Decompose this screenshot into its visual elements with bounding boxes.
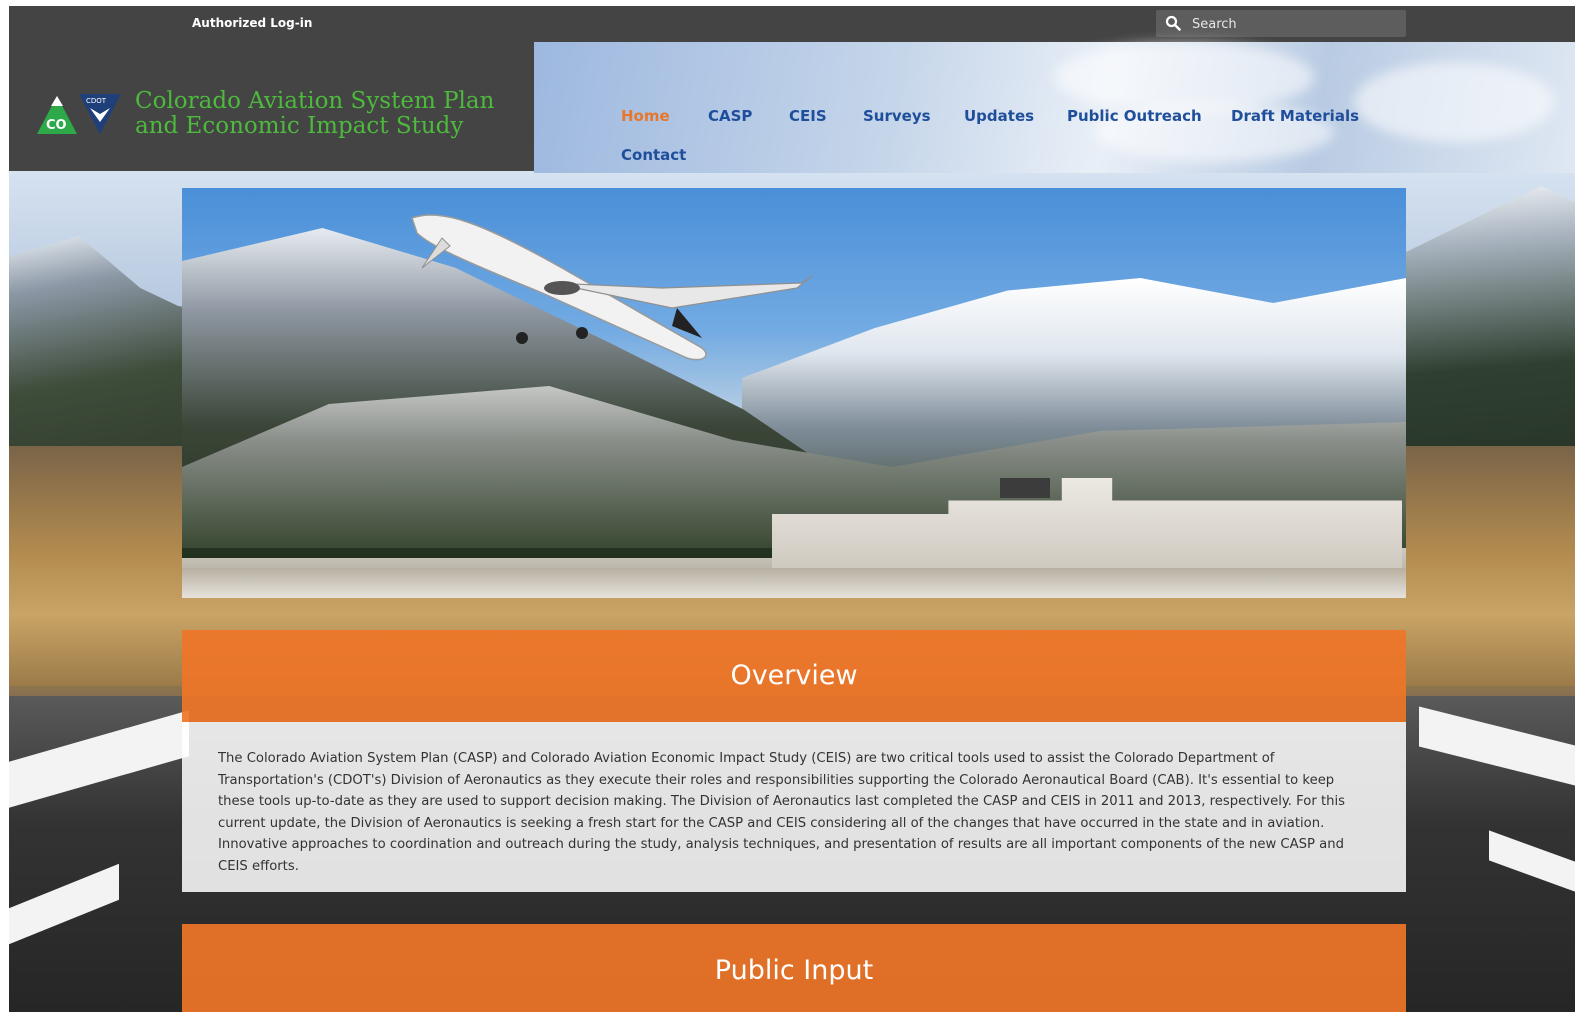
nav-panel: Home CASP CEIS Surveys Updates Public Ou…: [534, 42, 1575, 173]
airplane-graphic: [411, 214, 813, 361]
nav-ceis[interactable]: CEIS: [789, 107, 827, 125]
runway-stripe: [9, 710, 189, 808]
nav-public-outreach[interactable]: Public Outreach: [1067, 107, 1202, 125]
site-title[interactable]: Colorado Aviation System Plan and Econom…: [135, 89, 525, 139]
search-icon[interactable]: [1165, 15, 1181, 31]
nav-draft-materials[interactable]: Draft Materials: [1231, 107, 1359, 125]
logo-cdot-text: CDOT: [86, 97, 107, 105]
search-box[interactable]: [1156, 10, 1406, 37]
nav-contact[interactable]: Contact: [621, 146, 686, 164]
nav-surveys[interactable]: Surveys: [863, 107, 931, 125]
overview-text: The Colorado Aviation System Plan (CASP)…: [218, 751, 1346, 874]
overview-title: Overview: [730, 660, 858, 691]
runway-stripe: [1419, 706, 1575, 786]
top-bar: Authorized Log-in: [9, 6, 1575, 42]
public-input-title: Public Input: [714, 955, 874, 986]
hero-control-tower: [1000, 478, 1050, 498]
overview-body: The Colorado Aviation System Plan (CASP)…: [182, 722, 1406, 892]
site-title-line-1: Colorado Aviation System Plan: [135, 88, 495, 114]
site-title-line-2: and Economic Impact Study: [135, 113, 464, 139]
runway-stripe: [1489, 830, 1575, 892]
logo-state-text: CO: [46, 118, 67, 133]
runway-stripe: [9, 863, 119, 945]
nav-casp[interactable]: CASP: [708, 107, 752, 125]
cloud-decoration: [1354, 62, 1554, 142]
page: Authorized Log-in CO CDOT Colorado Aviat…: [9, 6, 1575, 1012]
site-header: CO CDOT Colorado Aviation System Plan an…: [9, 42, 534, 171]
hero-apron: [182, 568, 1406, 598]
authorized-login-link[interactable]: Authorized Log-in: [192, 16, 312, 30]
nav-updates[interactable]: Updates: [964, 107, 1034, 125]
search-input[interactable]: [1190, 13, 1394, 35]
cloud-decoration: [1054, 42, 1314, 112]
cdot-logo: CO CDOT: [37, 94, 121, 134]
overview-header: Overview: [182, 630, 1406, 722]
hero-image: [182, 188, 1406, 598]
public-input-header: Public Input: [182, 924, 1406, 1012]
nav-home[interactable]: Home: [621, 107, 670, 125]
